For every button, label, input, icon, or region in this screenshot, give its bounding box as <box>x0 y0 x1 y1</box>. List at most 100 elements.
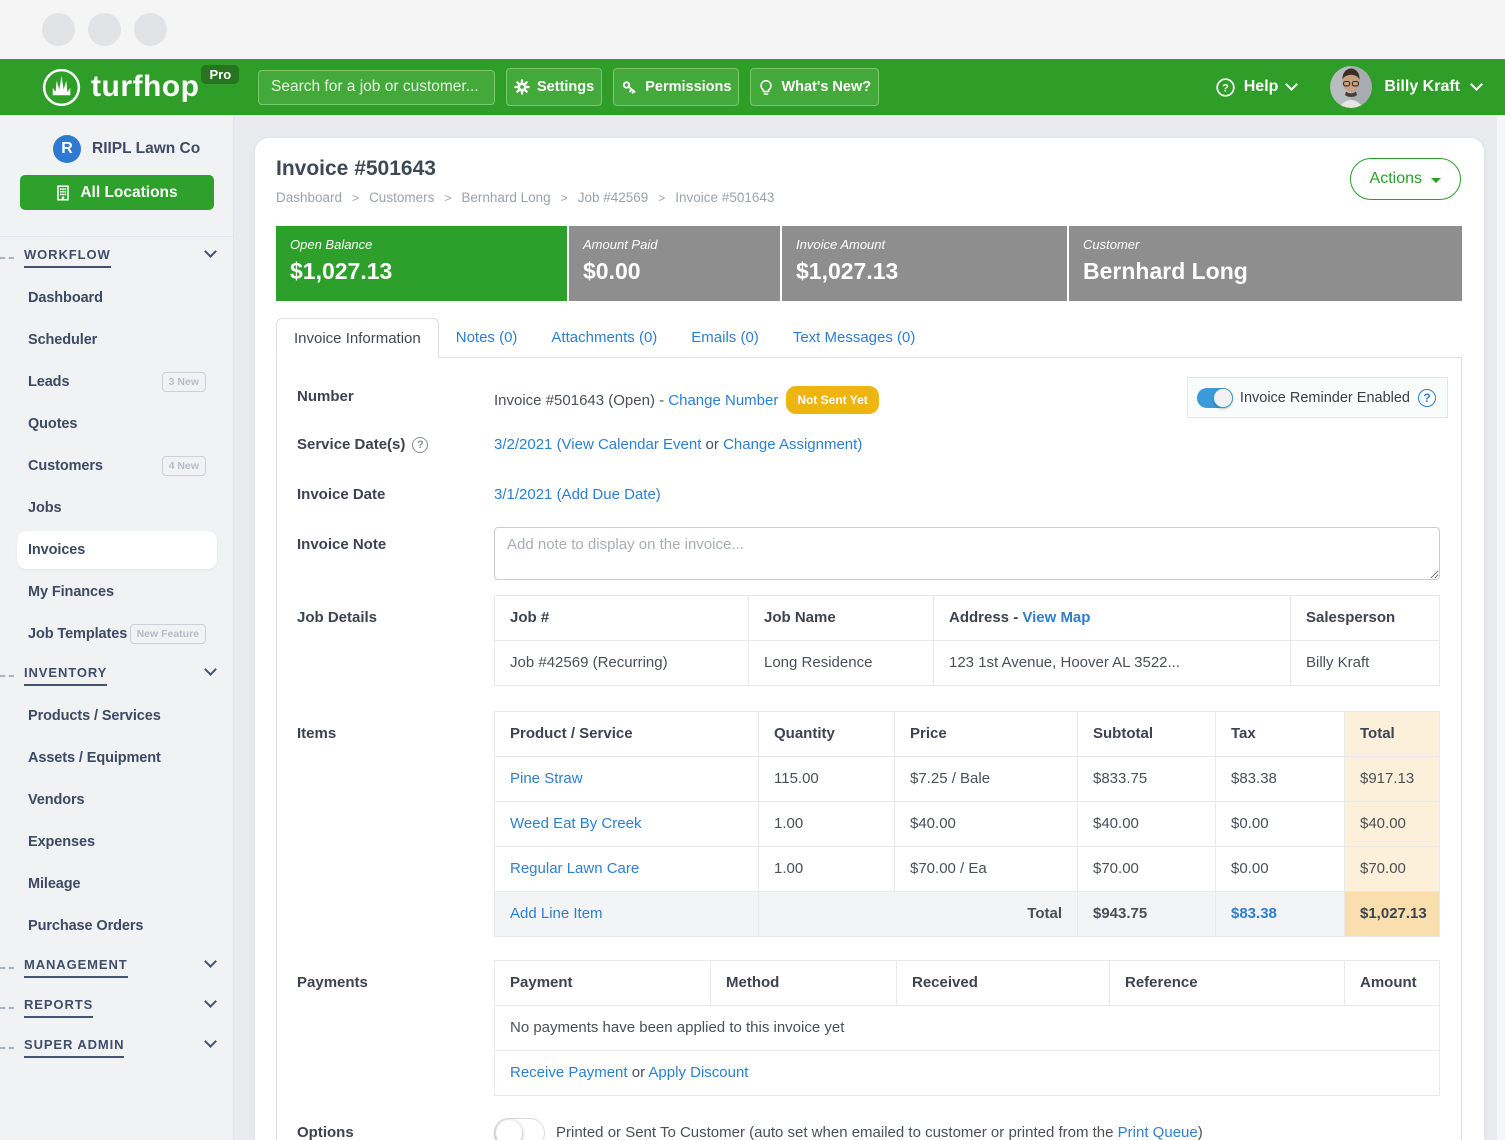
sidebar-item-label: Products / Services <box>28 708 161 724</box>
whats-new-button[interactable]: What's New? <box>750 68 879 106</box>
svg-text:?: ? <box>1222 82 1229 94</box>
product-link[interactable]: Regular Lawn Care <box>510 860 639 877</box>
apply-discount-link[interactable]: Apply Discount <box>648 1064 748 1081</box>
sidebar-item-dashboard[interactable]: Dashboard <box>0 277 233 319</box>
invoice-reminder-toggle[interactable] <box>1197 388 1232 408</box>
payment-actions-cell: Receive Payment or Apply Discount <box>495 1051 1440 1096</box>
breadcrumb-item[interactable]: Dashboard <box>276 190 342 205</box>
organization-avatar: R <box>53 135 81 163</box>
sidebar-item-assets-equipment[interactable]: Assets / Equipment <box>0 737 233 779</box>
organization-name: RIIPL Lawn Co <box>92 140 200 158</box>
organization-row[interactable]: R RIIPL Lawn Co <box>53 135 233 163</box>
window-control-close[interactable] <box>42 13 75 46</box>
actions-button[interactable]: Actions <box>1350 158 1461 200</box>
product-link[interactable]: Weed Eat By Creek <box>510 815 641 832</box>
receive-payment-link[interactable]: Receive Payment <box>510 1064 628 1081</box>
invoice-number-text: Invoice #501643 (Open) - <box>494 392 664 409</box>
breadcrumb-item[interactable]: Bernhard Long <box>461 190 550 205</box>
sidebar-item-label: Scheduler <box>28 332 97 348</box>
items-tax-link[interactable]: $83.38 <box>1231 905 1277 922</box>
brand-name: turfhop <box>91 70 199 104</box>
payments-label: Payments <box>297 960 494 993</box>
sidebar-item-mileage[interactable]: Mileage <box>0 863 233 905</box>
breadcrumb-item[interactable]: Customers <box>369 190 434 205</box>
permissions-button[interactable]: Permissions <box>613 68 739 106</box>
tab-text-messages[interactable]: Text Messages (0) <box>776 318 933 357</box>
breadcrumb-separator: > <box>444 191 451 205</box>
product-cell: Regular Lawn Care <box>495 847 759 892</box>
sidebar-item-vendors[interactable]: Vendors <box>0 779 233 821</box>
job-details-row: Job Details Job # Job Name Address - Vie… <box>277 595 1461 686</box>
chevron-down-icon <box>204 995 217 1008</box>
sidebar-section-inventory[interactable]: INVENTORY <box>0 655 233 695</box>
sidebar-section-label: WORKFLOW <box>24 247 111 268</box>
tab-emails[interactable]: Emails (0) <box>674 318 776 357</box>
invoice-information-panel: Invoice Reminder Enabled ? Number Invoic… <box>276 358 1462 1140</box>
product-link[interactable]: Pine Straw <box>510 770 583 787</box>
received-header: Received <box>897 961 1110 1006</box>
invoice-note-input[interactable] <box>494 527 1440 580</box>
total-cell: $70.00 <box>1345 847 1440 892</box>
invoice-reminder-box: Invoice Reminder Enabled ? <box>1187 377 1448 418</box>
all-locations-button[interactable]: All Locations <box>20 175 214 210</box>
add-line-item-link[interactable]: Add Line Item <box>510 905 603 922</box>
window-control-minimize[interactable] <box>88 13 121 46</box>
sidebar-item-customers[interactable]: Customers4 New <box>0 445 233 487</box>
service-date-link[interactable]: 3/2/2021 <box>494 436 552 453</box>
breadcrumb-separator: > <box>352 191 359 205</box>
sidebar-item-label: Purchase Orders <box>28 918 143 934</box>
or-text: or <box>706 436 719 453</box>
tab-notes[interactable]: Notes (0) <box>439 318 535 357</box>
sidebar-item-job-templates[interactable]: Job TemplatesNew Feature <box>0 613 233 655</box>
sidebar-section-reports[interactable]: REPORTS <box>0 987 233 1027</box>
brand-pro-badge: Pro <box>201 65 239 84</box>
sidebar-item-invoices[interactable]: Invoices <box>0 529 233 571</box>
view-calendar-event-link[interactable]: (View Calendar Event <box>557 436 702 453</box>
payments-row: Payments Payment Method Received Referen… <box>277 960 1461 1096</box>
tab-invoice-information[interactable]: Invoice Information <box>276 318 439 358</box>
global-search-input[interactable] <box>258 70 495 105</box>
sidebar-section-label: SUPER ADMIN <box>24 1037 124 1058</box>
table-header-row: Payment Method Received Reference Amount <box>495 961 1440 1006</box>
breadcrumb-item[interactable]: Invoice #501643 <box>675 190 774 205</box>
invoice-note-label: Invoice Note <box>297 527 494 555</box>
invoice-date-link[interactable]: 3/1/2021 <box>494 486 552 503</box>
invoice-stats: Open Balance $1,027.13 Amount Paid $0.00… <box>276 226 1462 301</box>
add-due-date-link[interactable]: (Add Due Date) <box>557 486 661 503</box>
breadcrumb-item[interactable]: Job #42569 <box>578 190 649 205</box>
change-assignment-link[interactable]: Change Assignment) <box>723 436 862 453</box>
quantity-cell: 1.00 <box>759 802 895 847</box>
job-number-cell: Job #42569 (Recurring) <box>495 641 749 686</box>
user-menu[interactable]: Billy Kraft <box>1330 66 1481 108</box>
sidebar-section-management[interactable]: MANAGEMENT <box>0 947 233 987</box>
question-circle-icon[interactable]: ? <box>1418 389 1436 407</box>
sidebar-item-label: Quotes <box>28 416 77 432</box>
sidebar-item-purchase-orders[interactable]: Purchase Orders <box>0 905 233 947</box>
page-title: Invoice #501643 <box>276 156 1462 181</box>
sidebar-item-expenses[interactable]: Expenses <box>0 821 233 863</box>
sidebar-item-my-finances[interactable]: My Finances <box>0 571 233 613</box>
main-scrollbar-track[interactable] <box>1497 115 1505 1140</box>
sidebar-item-products-services[interactable]: Products / Services <box>0 695 233 737</box>
options-label: Options <box>297 1116 494 1140</box>
question-circle-icon[interactable]: ? <box>412 437 428 453</box>
sidebar-item-scheduler[interactable]: Scheduler <box>0 319 233 361</box>
view-map-link[interactable]: View Map <box>1022 609 1090 626</box>
sidebar-item-label: Expenses <box>28 834 95 850</box>
sidebar-item-quotes[interactable]: Quotes <box>0 403 233 445</box>
help-menu[interactable]: ? Help <box>1216 78 1297 97</box>
sidebar-item-jobs[interactable]: Jobs <box>0 487 233 529</box>
sidebar-section-workflow[interactable]: WORKFLOW <box>0 237 233 277</box>
sidebar-section-super-admin[interactable]: SUPER ADMIN <box>0 1027 233 1067</box>
settings-button[interactable]: Settings <box>506 68 602 106</box>
subtotal-cell: $833.75 <box>1078 757 1216 802</box>
sidebar-item-leads[interactable]: Leads3 New <box>0 361 233 403</box>
printed-toggle[interactable] <box>494 1118 545 1140</box>
settings-label: Settings <box>537 79 594 95</box>
window-control-maximize[interactable] <box>134 13 167 46</box>
change-number-link[interactable]: Change Number <box>668 392 778 409</box>
print-queue-link[interactable]: Print Queue <box>1118 1124 1198 1140</box>
tab-attachments[interactable]: Attachments (0) <box>534 318 674 357</box>
stat-value: Bernhard Long <box>1083 258 1462 285</box>
brand-logo-group[interactable]: turfhop Pro <box>42 68 258 107</box>
